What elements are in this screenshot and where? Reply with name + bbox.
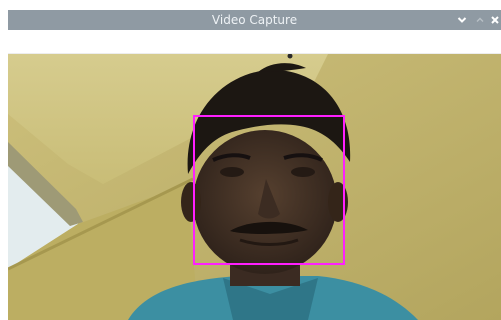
close-icon [491,16,499,24]
video-capture-window: Video Capture [0,0,501,320]
window-title: Video Capture [211,13,298,27]
title-bar[interactable]: Video Capture [8,10,501,30]
maximize-button[interactable] [473,12,487,28]
video-feed [8,54,501,320]
minimize-button[interactable] [455,12,469,28]
right-eye [291,167,315,177]
toolbar-area [8,30,501,54]
left-ear [181,182,201,222]
chevron-up-icon [476,17,484,22]
camera-frame [8,54,501,320]
left-eye [220,167,244,177]
chevron-down-icon [457,17,467,23]
close-button[interactable] [488,12,501,28]
